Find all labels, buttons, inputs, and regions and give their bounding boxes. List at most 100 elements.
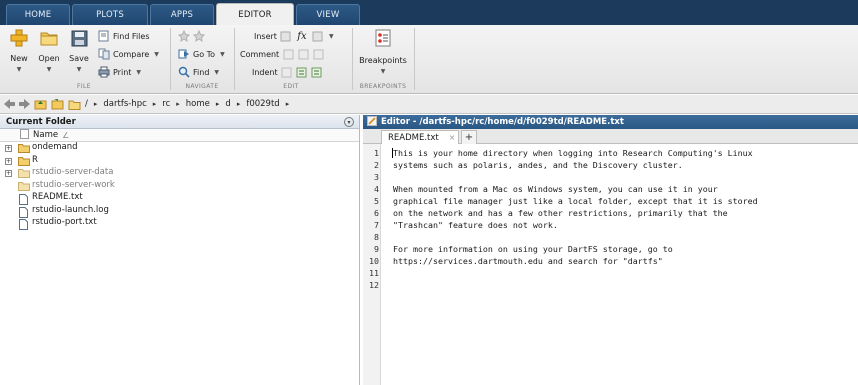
file-list-item[interactable]: README.txt (0, 192, 359, 205)
tab-view[interactable]: VIEW (296, 4, 360, 25)
path-separator-icon[interactable]: ▸ (94, 100, 98, 108)
find-files-button[interactable]: Find Files (98, 29, 150, 43)
tab-plots[interactable]: PLOTS (72, 4, 148, 25)
code-line[interactable]: This is your home directory when logging… (393, 148, 753, 158)
open-button[interactable]: Open ▼ (34, 28, 64, 73)
file-name: rstudio-port.txt (32, 217, 97, 227)
find-button[interactable]: Find ▼ (178, 65, 219, 79)
fx-icon: fx (297, 30, 307, 42)
expand-toggle-icon[interactable]: + (5, 157, 12, 165)
save-button[interactable]: Save ▼ (64, 28, 94, 73)
current-folder-panel: Current Folder ▾ Name ∠ + ondemand + R + rstu… (0, 115, 360, 385)
file-name: R (32, 154, 38, 165)
file-list-item[interactable]: rstudio-server-work (0, 180, 359, 193)
panel-actions-icon[interactable]: ▾ (344, 117, 354, 127)
bookmark-prev-icon (178, 30, 190, 42)
file-list: + ondemand + R + rstudio-server-data rstudio-s… (0, 142, 359, 230)
file-list-item[interactable]: rstudio-launch.log (0, 205, 359, 218)
code-line[interactable]: "Trashcan" feature does not work. (393, 220, 558, 230)
path-separator-icon[interactable]: ▸ (153, 100, 157, 108)
path-crumb-rc[interactable]: rc (162, 99, 170, 109)
find-files-icon (98, 30, 110, 42)
navigate-section-label: NAVIGATE (185, 83, 219, 90)
expand-toggle-icon[interactable]: + (5, 170, 12, 177)
editor-title-bar: Editor - /dartfs-hpc/rc/home/d/f0029td/R… (363, 115, 858, 129)
file-section-label: FILE (77, 83, 91, 90)
text-cursor (392, 148, 393, 158)
ribbon: New ▼ Open ▼ Save ▼ Find Files Compare ▼ … (0, 25, 858, 94)
text-file-icon (19, 194, 31, 205)
new-tab-button[interactable]: + (461, 130, 477, 144)
breakpoints-button[interactable]: Breakpoints ▼ (358, 28, 408, 75)
line-number: 1 (374, 148, 379, 158)
go-to-button[interactable]: Go To ▼ (178, 47, 225, 61)
path-crumb-dartfs-hpc[interactable]: dartfs-hpc (103, 99, 146, 109)
current-folder-title: Current Folder (6, 116, 76, 127)
smart-indent-icon (281, 66, 293, 78)
code-line[interactable]: For more information on using your DartF… (393, 244, 673, 254)
tab-editor[interactable]: EDITOR (216, 3, 294, 26)
folder-icon (18, 169, 30, 178)
file-list-item[interactable]: + R (0, 155, 359, 168)
close-tab-icon[interactable]: × (449, 133, 456, 142)
toolstrip-tabbar: HOME PLOTS APPS EDITOR VIEW (0, 0, 858, 26)
browse-folder-icon[interactable] (51, 97, 64, 111)
breakpoints-section-label: BREAKPOINTS (359, 83, 407, 90)
uncomment-icon (297, 48, 309, 60)
folder-icon (18, 156, 30, 166)
editor-tab-strip: README.txt × + (363, 129, 858, 144)
code-editor[interactable]: 1 2 3 4 5 6 7 8 9 10 11 12 This is your home direct… (363, 144, 858, 385)
file-list-item[interactable]: + rstudio-server-data (0, 167, 359, 180)
path-crumb-f0029td[interactable]: f0029td (246, 99, 279, 109)
path-separator-icon[interactable]: ▸ (286, 100, 290, 108)
name-column-header[interactable]: Name ∠ (0, 128, 359, 142)
indent-button[interactable]: Indent (252, 65, 323, 79)
code-line[interactable]: https://services.dartmouth.edu and searc… (393, 256, 663, 266)
line-number: 9 (374, 244, 379, 254)
text-file-icon (19, 206, 31, 218)
file-list-item[interactable]: + ondemand (0, 142, 359, 155)
print-icon (98, 66, 110, 78)
sort-indicator-icon: ∠ (62, 130, 70, 140)
path-separator-icon[interactable]: ▸ (176, 100, 180, 108)
up-folder-icon[interactable] (34, 97, 47, 111)
forward-arrow-icon[interactable] (19, 97, 30, 111)
save-disk-icon (69, 28, 89, 48)
insert-section-icon (280, 30, 292, 42)
current-folder-title-bar: Current Folder ▾ (0, 115, 359, 129)
find-magnifier-icon (178, 66, 190, 78)
tab-home[interactable]: HOME (6, 4, 70, 25)
comment-icon (282, 48, 294, 60)
code-line[interactable]: When mounted from a Mac os Windows syste… (393, 184, 718, 194)
print-button[interactable]: Print ▼ (98, 65, 141, 79)
file-name: rstudio-server-work (32, 179, 115, 190)
wrap-comments-icon (312, 48, 324, 60)
editor-panel: Editor - /dartfs-hpc/rc/home/d/f0029td/R… (363, 115, 858, 385)
insert-button[interactable]: Insert fx ▼ (254, 29, 334, 43)
code-line[interactable]: graphical file manager just like a local… (393, 196, 758, 206)
tab-apps[interactable]: APPS (150, 4, 214, 25)
file-name: ondemand (32, 142, 78, 152)
compare-button[interactable]: Compare ▼ (98, 47, 159, 61)
compare-icon (98, 48, 110, 60)
editor-tab-label: README.txt (388, 132, 439, 143)
back-arrow-icon[interactable] (4, 97, 15, 111)
path-root[interactable]: / (85, 99, 88, 109)
editor-tab-readme[interactable]: README.txt × (381, 130, 459, 144)
comment-button[interactable]: Comment (240, 47, 324, 61)
path-separator-icon[interactable]: ▸ (216, 100, 220, 108)
new-plus-icon (9, 28, 29, 48)
code-line[interactable]: on the network and has a few other restr… (393, 208, 728, 218)
navigate-back-forward (178, 29, 205, 43)
open-folder-icon (39, 28, 59, 48)
new-button[interactable]: New ▼ (4, 28, 34, 73)
file-list-item[interactable]: rstudio-port.txt (0, 217, 359, 230)
path-separator-icon[interactable]: ▸ (237, 100, 241, 108)
code-line[interactable]: systems such as polaris, andes, and the … (393, 160, 683, 170)
path-crumb-home[interactable]: home (186, 99, 210, 109)
file-column-icon (20, 128, 29, 142)
expand-toggle-icon[interactable]: + (5, 145, 12, 152)
file-name: rstudio-server-data (32, 167, 114, 177)
path-crumb-d[interactable]: d (225, 99, 230, 109)
bookmark-next-icon (193, 30, 205, 42)
